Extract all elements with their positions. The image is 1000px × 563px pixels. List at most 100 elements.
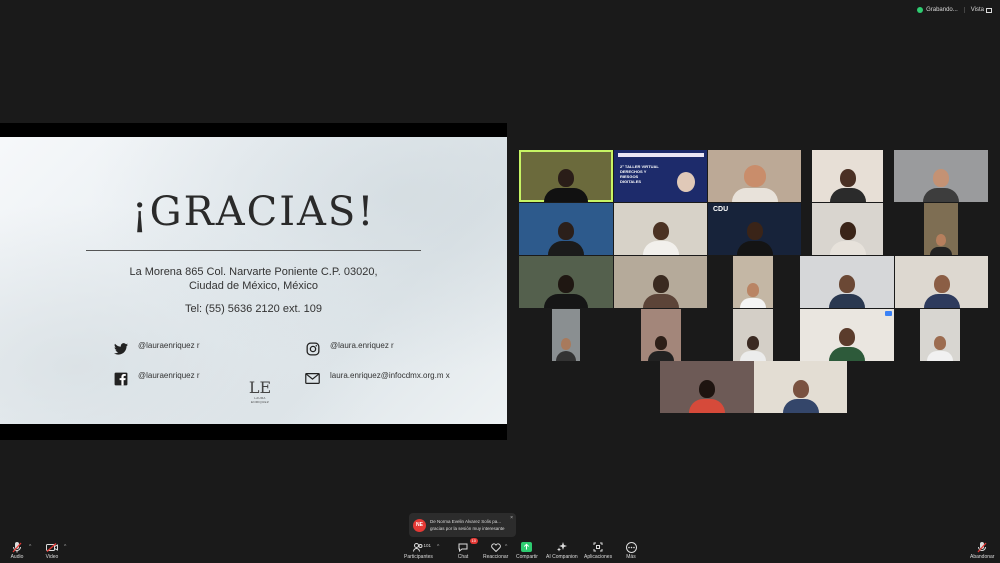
camera-off-icon: [45, 541, 59, 553]
chat-preview: De Norma Evelin Alvarez Solis pa... grac…: [430, 518, 505, 532]
participant-video-tile[interactable]: [708, 150, 801, 202]
participant-video-tile[interactable]: [733, 309, 773, 361]
participant-video-tile[interactable]: [800, 256, 894, 308]
more-label: Más: [626, 554, 636, 560]
participant-video-tile[interactable]: [894, 150, 988, 202]
leave-label: Abandonar: [970, 554, 995, 560]
contact-twitter: @lauraenriquez r: [113, 341, 218, 356]
participant-video-tile[interactable]: 2° TALLER VIRTUAL DERECHOS Y RIESGOS DIG…: [614, 150, 707, 202]
participant-video-tile[interactable]: [754, 361, 847, 413]
slide-divider: [86, 250, 421, 251]
sender-avatar: NE: [413, 518, 426, 532]
chevron-up-icon[interactable]: ^: [64, 544, 66, 550]
chevron-up-icon[interactable]: ^: [505, 544, 507, 550]
slide-title: ¡GRACIAS!: [131, 189, 376, 235]
participant-video-tile[interactable]: [733, 256, 773, 308]
instagram-handle: @laura.enriquez r: [330, 341, 394, 350]
slide-address: La Morena 865 Col. Narvarte Poniente C.P…: [0, 265, 507, 293]
participant-video-tile[interactable]: [614, 203, 707, 255]
participant-count: 101: [423, 543, 431, 548]
mail-icon: [305, 371, 320, 386]
participant-video-tile[interactable]: [519, 256, 613, 308]
contact-instagram: @laura.enriquez r: [305, 341, 410, 356]
background-text: CDU: [713, 206, 729, 213]
participant-video-tile[interactable]: [641, 309, 681, 361]
facebook-handle: @lauraenriquez r: [138, 371, 200, 380]
share-screen-icon: [520, 541, 534, 553]
more-icon: [624, 541, 638, 553]
sparkle-icon: [555, 541, 569, 553]
meeting-toolbar: Audio ^ Video ^ 101 Participantes ^ 10 C…: [0, 538, 1000, 563]
participant-avatar: [544, 169, 588, 202]
mic-muted-icon: [10, 541, 24, 553]
participant-video-tile[interactable]: [920, 309, 960, 361]
apps-button[interactable]: Aplicaciones: [584, 541, 612, 560]
ai-companion-button[interactable]: AI Companion: [546, 541, 578, 560]
participant-video-tile[interactable]: [519, 150, 613, 202]
chat-icon: 10: [456, 538, 478, 553]
grid-view-icon: [986, 7, 992, 13]
logo-caption: LAURA ENRIQUEZ: [251, 396, 269, 404]
email-address: laura.enriquez@infocdmx.org.m x: [330, 371, 450, 380]
contact-facebook: @lauraenriquez r: [113, 371, 218, 386]
more-button[interactable]: Más: [624, 541, 638, 560]
recording-indicator[interactable]: Grabando...: [917, 7, 958, 13]
zoom-meeting-window: Grabando... Vista ¡GRACIAS! La Morena 86…: [0, 0, 1000, 563]
chat-notification[interactable]: NE De Norma Evelin Alvarez Solis pa... g…: [409, 513, 516, 537]
slide-phone: Tel: (55) 5636 2120 ext. 109: [185, 303, 322, 315]
poster-title: 2° TALLER VIRTUAL DERECHOS Y RIESGOS DIG…: [620, 164, 659, 184]
video-label: Video: [45, 554, 59, 560]
participant-video-tile[interactable]: [895, 256, 988, 308]
address-line-1: La Morena 865 Col. Narvarte Poniente C.P…: [129, 266, 378, 278]
apps-label: Aplicaciones: [584, 554, 613, 560]
chat-label: Chat: [457, 554, 469, 560]
share-label: Compartir: [516, 554, 538, 560]
shield-icon: [917, 7, 924, 13]
participant-video-tile[interactable]: [812, 150, 883, 202]
participant-video-tile[interactable]: [812, 203, 883, 255]
apps-icon: [591, 541, 605, 553]
view-label: Vista: [970, 7, 984, 13]
recording-label: Grabando...: [926, 7, 958, 13]
logo-letters: LE: [248, 378, 272, 397]
poster-portrait: [677, 172, 695, 192]
twitter-handle: @lauraenriquez r: [138, 341, 200, 350]
instagram-icon: [305, 341, 320, 356]
participants-button[interactable]: 101 Participantes: [404, 541, 433, 560]
participant-video-tile[interactable]: [800, 309, 894, 361]
share-button[interactable]: Compartir: [516, 541, 538, 560]
slide-logo: LE LAURA ENRIQUEZ: [245, 378, 275, 405]
leave-button[interactable]: Abandonar: [970, 541, 994, 560]
address-line-2: Ciudad de México, México: [188, 280, 318, 292]
contact-email: laura.enriquez@infocdmx.org.m x: [305, 371, 450, 386]
video-button[interactable]: Video: [45, 541, 59, 560]
chat-button[interactable]: 10 Chat: [456, 538, 478, 560]
participant-video-tile[interactable]: [519, 203, 613, 255]
chevron-up-icon[interactable]: ^: [29, 544, 31, 550]
participants-label: Participantes: [404, 554, 433, 560]
heart-icon: [489, 541, 503, 553]
audio-label: Audio: [10, 554, 24, 560]
chevron-up-icon[interactable]: ^: [437, 544, 439, 550]
shared-screen: ¡GRACIAS! La Morena 865 Col. Narvarte Po…: [0, 123, 507, 440]
participant-video-tile[interactable]: [552, 309, 580, 361]
participant-video-tile[interactable]: [614, 256, 707, 308]
participant-video-tile[interactable]: [924, 203, 958, 255]
participants-icon: 101: [411, 541, 431, 553]
leave-icon: [975, 541, 989, 553]
participant-video-tile[interactable]: CDU: [708, 203, 801, 255]
twitter-icon: [113, 341, 128, 356]
chat-message-line: gracias por la sesión muy interesante: [430, 526, 505, 531]
audio-button[interactable]: Audio: [10, 541, 24, 560]
participant-video-tile[interactable]: [660, 361, 754, 413]
close-icon[interactable]: ×: [510, 515, 513, 521]
view-button[interactable]: Vista: [963, 7, 994, 13]
react-label: Reaccionar: [483, 554, 509, 560]
tile-badge: [885, 311, 892, 316]
presentation-slide: ¡GRACIAS! La Morena 865 Col. Narvarte Po…: [0, 137, 507, 424]
facebook-icon: [113, 371, 128, 386]
top-status-bar: Grabando... Vista: [917, 4, 994, 16]
chat-badge: 10: [469, 538, 478, 544]
chat-sender-line: De Norma Evelin Alvarez Solis pa...: [430, 519, 502, 524]
ai-companion-label: AI Companion: [546, 554, 578, 560]
